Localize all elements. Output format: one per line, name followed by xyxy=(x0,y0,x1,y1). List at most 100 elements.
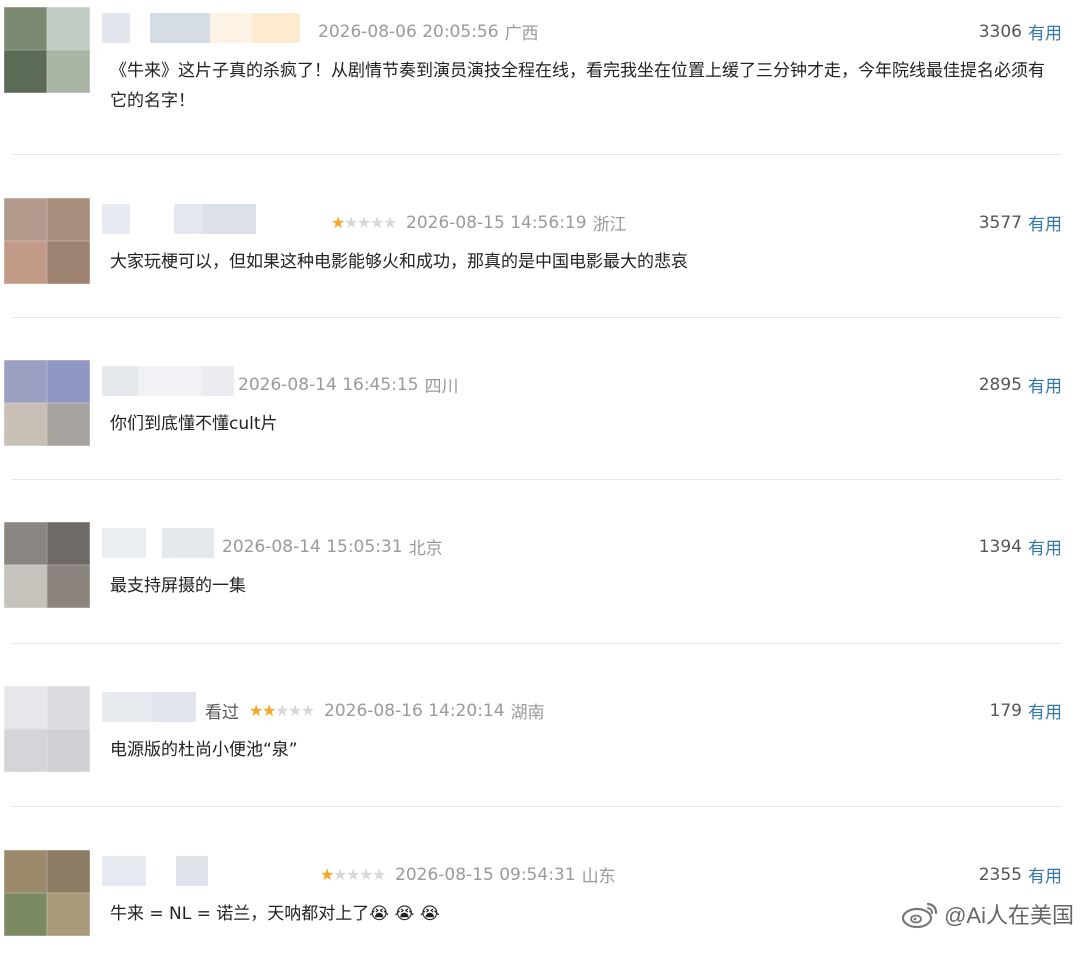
avatar-pixel xyxy=(47,403,90,446)
username-blur-block xyxy=(102,528,146,558)
comment-date: 2026-08-15 09:54:31 xyxy=(395,864,576,885)
divider xyxy=(12,806,1062,807)
username-blur-block xyxy=(102,692,152,722)
useful-button[interactable]: 有用 xyxy=(1028,210,1062,235)
star-empty-icon: ★ xyxy=(275,700,290,720)
comment-text: 你们到底懂不懂cult片 xyxy=(110,414,278,434)
avatar-pixel xyxy=(4,403,47,446)
username-blurred[interactable] xyxy=(102,13,300,43)
watermark: @Ai人在美国 xyxy=(900,898,1074,930)
comment-meta: ★ ★ ★ ★ ★ 2026-08-15 14:56:19 浙江 xyxy=(331,210,627,236)
username-blurred[interactable] xyxy=(102,366,234,396)
vote-area: 3577 有用 xyxy=(979,210,1062,236)
username-blur-block xyxy=(130,204,174,234)
username-blur-block xyxy=(102,366,138,396)
useful-button[interactable]: 有用 xyxy=(1028,534,1062,559)
avatar-pixel xyxy=(47,565,90,608)
useful-button[interactable]: 有用 xyxy=(1028,19,1062,44)
comment-location: 四川 xyxy=(424,377,459,397)
username-blurred[interactable] xyxy=(102,528,214,558)
star-filled-icon: ★ xyxy=(262,700,277,720)
avatar-pixel xyxy=(47,729,90,772)
comment-date: 2026-08-14 16:45:15 xyxy=(238,374,419,395)
comment-item: ★ ★ ★ ★ ★ 2026-08-15 14:56:19 浙江 3577 有用大家玩梗可以，但… xyxy=(0,163,1084,326)
vote-count: 179 xyxy=(989,700,1022,721)
star-empty-icon: ★ xyxy=(301,700,316,720)
comment-location: 浙江 xyxy=(592,215,627,235)
useful-button[interactable]: 有用 xyxy=(1028,862,1062,887)
comment-meta: 2026-08-14 15:05:31 北京 xyxy=(222,534,443,560)
comment-meta: 2026-08-14 16:45:15 四川 xyxy=(238,372,459,398)
comment-location: 湖南 xyxy=(510,703,545,723)
avatar-pixel xyxy=(4,522,47,565)
avatar-pixel xyxy=(47,893,90,936)
username-blur-block xyxy=(150,13,210,43)
vote-count: 1394 xyxy=(978,536,1022,557)
avatar-pixel xyxy=(4,686,47,729)
rating-stars: ★ ★ ★ ★ ★ xyxy=(320,864,386,884)
star-empty-icon: ★ xyxy=(344,212,359,232)
comment-date: 2026-08-06 20:05:56 xyxy=(318,21,499,42)
comment-text: 大家玩梗可以，但如果这种电影能够火和成功，那真的是中国电影最大的悲哀 xyxy=(110,252,688,272)
avatar-pixel xyxy=(47,7,90,50)
comment-text: 《牛来》这片子真的杀疯了！从剧情节奏到演员演技全程在线，看完我坐在位置上缓了三分… xyxy=(110,61,1045,111)
avatar-pixel xyxy=(4,360,47,403)
star-empty-icon: ★ xyxy=(357,212,372,232)
useful-button[interactable]: 有用 xyxy=(1028,698,1062,723)
avatar-pixel xyxy=(4,198,47,241)
username-blur-block xyxy=(210,13,252,43)
useful-button[interactable]: 有用 xyxy=(1028,372,1062,397)
rating-stars: ★ ★ ★ ★ ★ xyxy=(331,212,397,232)
comment-text: 电源版的杜尚小便池“泉” xyxy=(110,740,298,760)
avatar-pixel xyxy=(47,850,90,893)
avatar[interactable] xyxy=(4,198,90,284)
username-blur-block xyxy=(202,204,256,234)
vote-area: 2895 有用 xyxy=(978,372,1062,398)
vote-count: 3306 xyxy=(978,21,1022,42)
watermark-text: @Ai人在美国 xyxy=(944,903,1074,928)
comment-location: 广西 xyxy=(504,24,539,44)
divider xyxy=(12,479,1062,480)
username-blur-block xyxy=(146,528,162,558)
comment-item: 2026-08-14 15:05:31 北京 1394 有用最支持屏摄的一集 xyxy=(0,489,1084,652)
comment-text: 最支持屏摄的一集 xyxy=(110,576,246,596)
star-filled-icon: ★ xyxy=(320,864,335,884)
star-filled-icon: ★ xyxy=(331,212,346,232)
vote-area: 1394 有用 xyxy=(978,534,1062,560)
avatar-pixel xyxy=(4,565,47,608)
username-blur-block xyxy=(202,366,234,396)
avatar[interactable] xyxy=(4,686,90,772)
avatar-pixel xyxy=(4,729,47,772)
comment-item: 2026-08-06 20:05:56 广西 3306 有用《牛来》这片子真的杀疯了！… xyxy=(0,0,1084,163)
star-empty-icon: ★ xyxy=(333,864,348,884)
avatar-pixel xyxy=(4,241,47,284)
avatar[interactable] xyxy=(4,850,90,936)
weibo-icon xyxy=(901,902,938,929)
username-blurred[interactable] xyxy=(102,692,196,722)
vote-count: 2895 xyxy=(978,374,1022,395)
avatar-pixel xyxy=(47,360,90,403)
comment-date: 2026-08-15 14:56:19 xyxy=(406,212,587,233)
avatar-pixel xyxy=(4,893,47,936)
star-empty-icon: ★ xyxy=(370,212,385,232)
username-blurred[interactable] xyxy=(102,204,256,234)
comment-date: 2026-08-16 14:20:14 xyxy=(324,700,505,721)
username-blurred[interactable] xyxy=(102,856,208,886)
avatar[interactable] xyxy=(4,7,90,93)
username-blur-block xyxy=(102,13,130,43)
comment-meta: 2026-08-06 20:05:56 广西 xyxy=(318,19,539,45)
star-empty-icon: ★ xyxy=(288,700,303,720)
username-blur-block xyxy=(102,856,146,886)
star-empty-icon: ★ xyxy=(359,864,374,884)
comment-location: 北京 xyxy=(408,539,443,559)
divider xyxy=(12,317,1062,318)
avatar[interactable] xyxy=(4,360,90,446)
vote-area: 3306 有用 xyxy=(978,19,1062,45)
username-blur-block xyxy=(102,204,130,234)
avatar-pixel xyxy=(4,7,47,50)
username-blur-block xyxy=(162,528,214,558)
avatar[interactable] xyxy=(4,522,90,608)
username-blur-block xyxy=(146,856,176,886)
divider xyxy=(12,154,1062,155)
avatar-pixel xyxy=(47,686,90,729)
